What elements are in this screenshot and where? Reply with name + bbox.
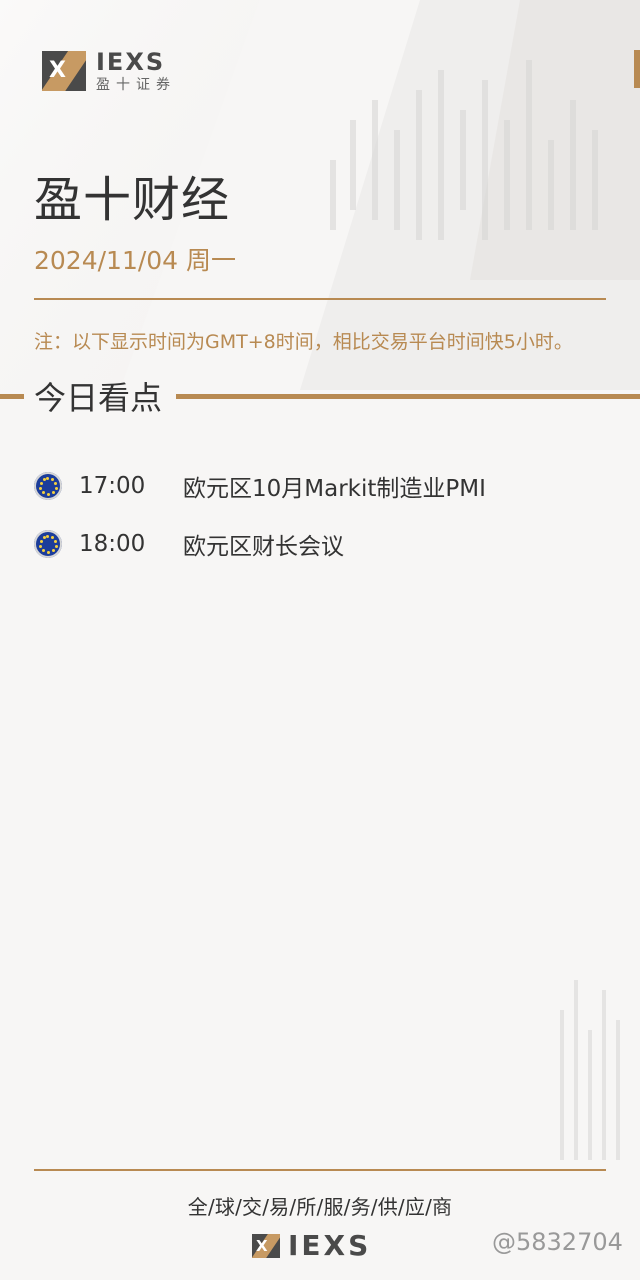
watermark: @5832704 <box>492 1228 623 1256</box>
event-item: 18:00 欧元区财长会议 <box>34 515 614 573</box>
logo-text: IEXS 盈十证券 <box>96 50 176 92</box>
event-time: 17:00 <box>79 473 146 499</box>
footer-slogan: 全/球/交/易/所/服/务/供/应/商 <box>187 1195 453 1219</box>
top-accent-bar <box>634 50 640 88</box>
bottom-divider <box>34 1169 606 1171</box>
page-title: 盈十财经 <box>34 172 231 228</box>
event-item: 17:00 欧元区10月Markit制造业PMI <box>34 457 614 515</box>
section-divider-right <box>176 394 640 399</box>
timezone-note: 注：以下显示时间为GMT+8时间，相比交易平台时间快5小时。 <box>34 331 573 353</box>
footer-logo-mark-icon: X <box>252 1233 280 1258</box>
eu-flag-icon <box>34 530 62 558</box>
event-list: 17:00 欧元区10月Markit制造业PMI 18:00 欧元区财长会议 <box>34 457 614 573</box>
event-time: 18:00 <box>79 531 146 557</box>
logo-mark-icon: X <box>42 51 86 91</box>
event-title: 欧元区10月Markit制造业PMI <box>183 476 486 502</box>
date-label: 2024/11/04 周一 <box>34 246 237 275</box>
footer-brand: IEXS <box>288 1229 372 1262</box>
section-divider-left <box>0 394 24 399</box>
logo-subtitle: 盈十证券 <box>96 77 176 93</box>
logo-brand: IEXS <box>96 48 166 76</box>
brand-logo: X IEXS 盈十证券 <box>42 50 176 92</box>
top-divider <box>34 298 606 300</box>
footer-logo: X IEXS <box>252 1229 371 1262</box>
event-title: 欧元区财长会议 <box>183 534 344 560</box>
eu-flag-icon <box>34 472 62 500</box>
section-title: 今日看点 <box>34 379 163 417</box>
